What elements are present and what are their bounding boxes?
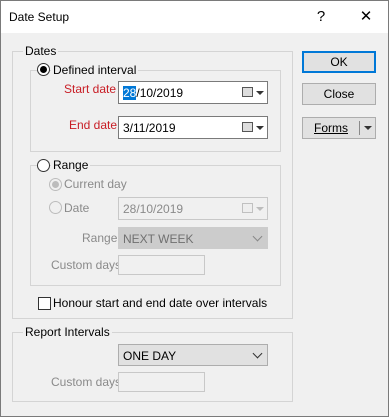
forms-dropdown-arrow-icon[interactable] — [364, 126, 372, 130]
defined-interval-radio[interactable] — [37, 63, 50, 76]
end-date-picker[interactable]: 3/11/2019 — [118, 116, 268, 139]
report-custom-days-label: Custom days — [51, 375, 122, 389]
range-date-picker[interactable]: 28/10/2019 — [118, 197, 268, 220]
title-bar: Date Setup ? ✕ — [1, 1, 388, 33]
report-custom-days-input[interactable] — [118, 372, 205, 392]
ok-button[interactable]: OK — [302, 51, 376, 73]
start-date-picker[interactable]: 28/10/2019 — [118, 81, 268, 104]
current-day-label: Current day — [64, 177, 127, 191]
end-date-value[interactable]: 3/11/2019 — [123, 121, 176, 135]
range-radio[interactable] — [37, 159, 50, 172]
calendar-icon[interactable] — [242, 122, 253, 132]
report-intervals-label: Report Intervals — [23, 325, 112, 339]
dates-group-label: Dates — [23, 44, 59, 58]
range-radio-label: Range — [51, 158, 91, 172]
honour-dates-label: Honour start and end date over intervals — [53, 296, 268, 310]
dropdown-caret-icon[interactable] — [256, 126, 264, 130]
forms-button-label[interactable]: Forms — [303, 118, 359, 138]
range-custom-days-input[interactable] — [118, 255, 205, 275]
date-setup-dialog: Date Setup ? ✕ Dates Defined interval St… — [0, 0, 389, 417]
range-label: Range — [82, 231, 118, 245]
close-icon[interactable]: ✕ — [354, 6, 378, 28]
range-select[interactable]: NEXT WEEK — [118, 227, 268, 249]
date-radio[interactable] — [49, 201, 62, 214]
chevron-down-icon[interactable] — [252, 231, 263, 242]
forms-button[interactable]: Forms — [302, 117, 376, 139]
forms-split-divider — [359, 121, 360, 135]
close-button[interactable]: Close — [302, 83, 376, 105]
defined-interval-label: Defined interval — [51, 63, 139, 77]
help-icon[interactable]: ? — [309, 6, 333, 28]
honour-dates-checkbox[interactable] — [38, 297, 51, 310]
calendar-icon[interactable] — [242, 203, 253, 213]
window-title: Date Setup — [9, 10, 70, 24]
dropdown-caret-icon[interactable] — [256, 91, 264, 95]
current-day-radio[interactable] — [49, 178, 62, 191]
start-date-label: Start date — [64, 82, 117, 96]
range-date-value[interactable]: 28/10/2019 — [123, 202, 183, 216]
date-radio-label: Date — [64, 201, 90, 215]
end-date-label: End date — [69, 118, 118, 132]
report-interval-select[interactable]: ONE DAY — [118, 344, 268, 366]
range-custom-days-label: Custom days — [51, 258, 122, 272]
report-interval-value[interactable]: ONE DAY — [123, 349, 176, 363]
chevron-down-icon[interactable] — [252, 348, 263, 359]
range-select-value[interactable]: NEXT WEEK — [123, 232, 193, 246]
calendar-icon[interactable] — [242, 87, 253, 97]
dropdown-caret-icon[interactable] — [256, 207, 264, 211]
start-date-value[interactable]: 28/10/2019 — [123, 86, 183, 100]
